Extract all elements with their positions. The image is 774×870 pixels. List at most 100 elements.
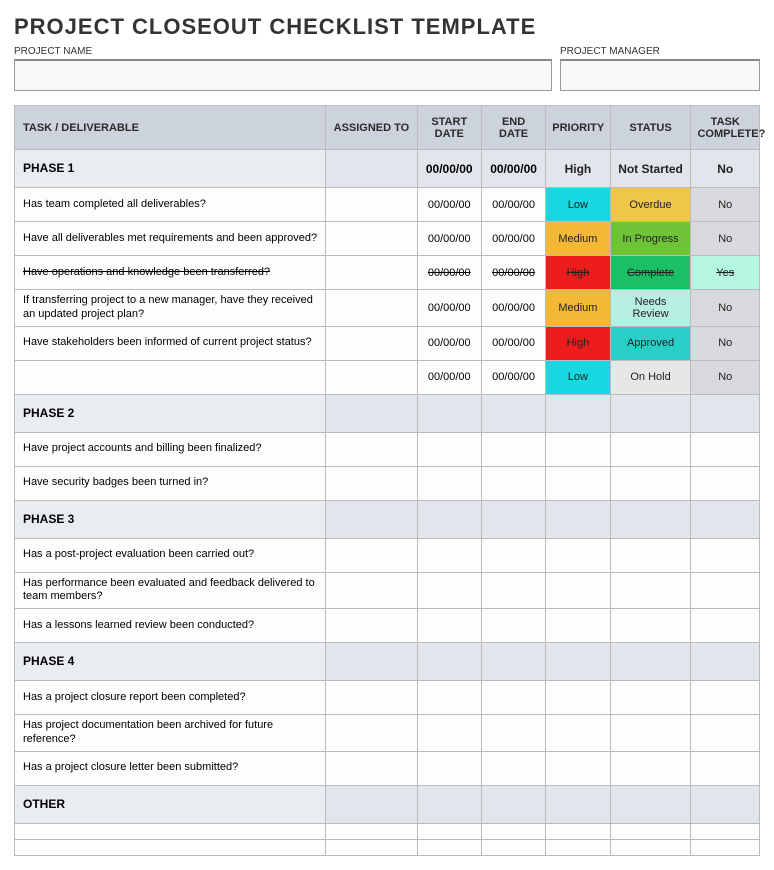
complete-cell[interactable]: No [691,326,760,360]
start-date-cell[interactable] [417,500,481,538]
complete-cell[interactable] [691,823,760,839]
priority-cell[interactable] [546,609,610,643]
task-cell[interactable]: PHASE 1 [15,150,326,188]
priority-cell[interactable] [546,839,610,855]
status-cell[interactable] [610,785,691,823]
status-cell[interactable] [610,643,691,681]
priority-cell[interactable] [546,785,610,823]
task-cell[interactable]: PHASE 3 [15,500,326,538]
complete-cell[interactable] [691,572,760,609]
start-date-cell[interactable]: 00/00/00 [417,326,481,360]
end-date-cell[interactable]: 00/00/00 [481,256,545,290]
complete-cell[interactable]: No [691,222,760,256]
task-cell[interactable]: PHASE 4 [15,643,326,681]
complete-cell[interactable]: No [691,188,760,222]
end-date-cell[interactable] [481,572,545,609]
task-cell[interactable]: Have project accounts and billing been f… [15,432,326,466]
assigned-cell[interactable] [326,538,417,572]
complete-cell[interactable] [691,751,760,785]
start-date-cell[interactable] [417,785,481,823]
end-date-cell[interactable] [481,715,545,752]
complete-cell[interactable] [691,681,760,715]
complete-cell[interactable] [691,715,760,752]
assigned-cell[interactable] [326,150,417,188]
complete-cell[interactable] [691,500,760,538]
priority-cell[interactable]: High [546,150,610,188]
priority-cell[interactable] [546,681,610,715]
assigned-cell[interactable] [326,360,417,394]
task-cell[interactable]: OTHER [15,785,326,823]
assigned-cell[interactable] [326,432,417,466]
status-cell[interactable] [610,572,691,609]
start-date-cell[interactable]: 00/00/00 [417,150,481,188]
priority-cell[interactable]: High [546,256,610,290]
status-cell[interactable] [610,823,691,839]
start-date-cell[interactable] [417,681,481,715]
priority-cell[interactable] [546,466,610,500]
start-date-cell[interactable] [417,643,481,681]
end-date-cell[interactable]: 00/00/00 [481,360,545,394]
project-manager-field[interactable] [560,59,760,91]
end-date-cell[interactable] [481,609,545,643]
assigned-cell[interactable] [326,572,417,609]
task-cell[interactable]: Has a lessons learned review been conduc… [15,609,326,643]
start-date-cell[interactable] [417,432,481,466]
complete-cell[interactable]: No [691,360,760,394]
task-cell[interactable]: PHASE 2 [15,394,326,432]
start-date-cell[interactable]: 00/00/00 [417,222,481,256]
start-date-cell[interactable] [417,823,481,839]
start-date-cell[interactable]: 00/00/00 [417,360,481,394]
priority-cell[interactable] [546,572,610,609]
status-cell[interactable]: Overdue [610,188,691,222]
assigned-cell[interactable] [326,290,417,327]
start-date-cell[interactable]: 00/00/00 [417,188,481,222]
status-cell[interactable] [610,432,691,466]
status-cell[interactable] [610,466,691,500]
status-cell[interactable]: In Progress [610,222,691,256]
priority-cell[interactable] [546,643,610,681]
start-date-cell[interactable]: 00/00/00 [417,290,481,327]
assigned-cell[interactable] [326,643,417,681]
end-date-cell[interactable] [481,394,545,432]
task-cell[interactable] [15,839,326,855]
end-date-cell[interactable]: 00/00/00 [481,326,545,360]
start-date-cell[interactable]: 00/00/00 [417,256,481,290]
complete-cell[interactable] [691,609,760,643]
end-date-cell[interactable] [481,823,545,839]
start-date-cell[interactable] [417,609,481,643]
priority-cell[interactable] [546,500,610,538]
complete-cell[interactable] [691,432,760,466]
end-date-cell[interactable] [481,500,545,538]
project-name-field[interactable] [14,59,552,91]
complete-cell[interactable]: No [691,150,760,188]
priority-cell[interactable] [546,823,610,839]
task-cell[interactable]: Has team completed all deliverables? [15,188,326,222]
task-cell[interactable]: Has a post-project evaluation been carri… [15,538,326,572]
assigned-cell[interactable] [326,609,417,643]
status-cell[interactable] [610,609,691,643]
assigned-cell[interactable] [326,326,417,360]
assigned-cell[interactable] [326,466,417,500]
status-cell[interactable] [610,751,691,785]
end-date-cell[interactable]: 00/00/00 [481,222,545,256]
end-date-cell[interactable]: 00/00/00 [481,188,545,222]
assigned-cell[interactable] [326,394,417,432]
complete-cell[interactable] [691,466,760,500]
complete-cell[interactable]: Yes [691,256,760,290]
task-cell[interactable]: If transferring project to a new manager… [15,290,326,327]
priority-cell[interactable]: Low [546,188,610,222]
assigned-cell[interactable] [326,188,417,222]
priority-cell[interactable] [546,538,610,572]
task-cell[interactable]: Have security badges been turned in? [15,466,326,500]
end-date-cell[interactable] [481,681,545,715]
task-cell[interactable]: Has project documentation been archived … [15,715,326,752]
complete-cell[interactable] [691,643,760,681]
end-date-cell[interactable] [481,751,545,785]
status-cell[interactable] [610,681,691,715]
assigned-cell[interactable] [326,222,417,256]
assigned-cell[interactable] [326,715,417,752]
start-date-cell[interactable] [417,394,481,432]
start-date-cell[interactable] [417,839,481,855]
assigned-cell[interactable] [326,500,417,538]
complete-cell[interactable]: No [691,290,760,327]
